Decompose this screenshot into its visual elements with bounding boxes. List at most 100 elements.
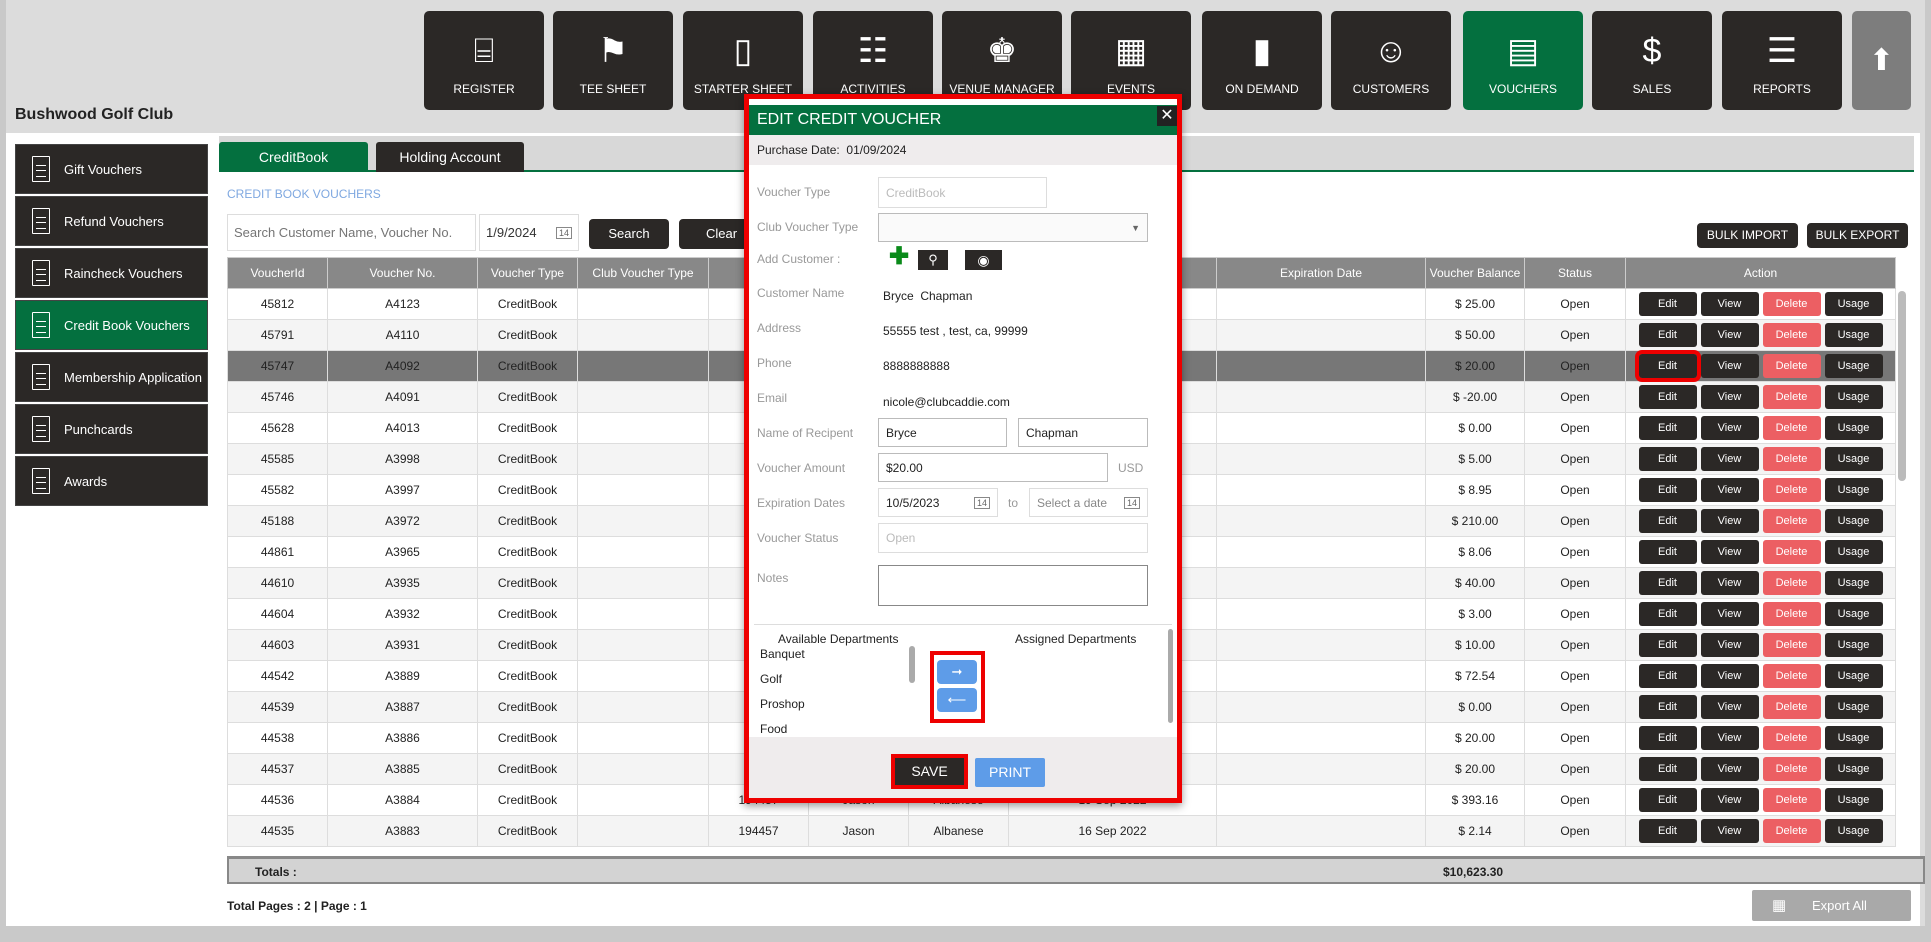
- close-icon[interactable]: ✕: [1157, 106, 1177, 126]
- view-button[interactable]: View: [1700, 788, 1759, 812]
- view-customer-eye-icon[interactable]: ◉: [965, 250, 1002, 270]
- column-header[interactable]: Action: [1625, 257, 1896, 289]
- calendar-icon[interactable]: 14: [1123, 496, 1140, 509]
- edit-button[interactable]: Edit: [1638, 633, 1697, 657]
- edit-button[interactable]: Edit: [1638, 385, 1697, 409]
- department-item[interactable]: Banquet: [760, 647, 805, 661]
- edit-button[interactable]: Edit: [1638, 695, 1697, 719]
- notes-textarea[interactable]: [878, 565, 1148, 606]
- usage-button[interactable]: Usage: [1824, 571, 1883, 595]
- usage-button[interactable]: Usage: [1824, 354, 1883, 378]
- edit-button[interactable]: Edit: [1638, 571, 1697, 595]
- delete-button[interactable]: Delete: [1762, 695, 1821, 719]
- nav-tee-sheet-button[interactable]: ⚑ TEE SHEET: [553, 11, 673, 110]
- sidebar-item-punchcards[interactable]: Punchcards: [15, 404, 208, 454]
- column-header[interactable]: Voucher Balance: [1425, 257, 1525, 289]
- calendar-icon[interactable]: 14: [555, 226, 572, 239]
- sidebar-item-awards[interactable]: Awards: [15, 456, 208, 506]
- delete-button[interactable]: Delete: [1762, 354, 1821, 378]
- nav-reports-button[interactable]: ☰ REPORTS: [1722, 11, 1842, 110]
- edit-button[interactable]: Edit: [1638, 819, 1697, 843]
- save-button[interactable]: SAVE: [891, 754, 968, 789]
- search-input[interactable]: [227, 214, 476, 251]
- usage-button[interactable]: Usage: [1824, 633, 1883, 657]
- edit-button[interactable]: Edit: [1638, 726, 1697, 750]
- usage-button[interactable]: Usage: [1824, 509, 1883, 533]
- usage-button[interactable]: Usage: [1824, 602, 1883, 626]
- view-button[interactable]: View: [1700, 323, 1759, 347]
- view-button[interactable]: View: [1700, 478, 1759, 502]
- scroll-top-button[interactable]: ⬆: [1852, 11, 1911, 110]
- usage-button[interactable]: Usage: [1824, 664, 1883, 688]
- view-button[interactable]: View: [1700, 757, 1759, 781]
- edit-button[interactable]: Edit: [1638, 292, 1697, 316]
- usage-button[interactable]: Usage: [1824, 478, 1883, 502]
- view-button[interactable]: View: [1700, 664, 1759, 688]
- edit-button[interactable]: Edit: [1638, 509, 1697, 533]
- add-customer-plus-icon[interactable]: ✚: [889, 245, 909, 269]
- view-button[interactable]: View: [1700, 416, 1759, 440]
- department-item[interactable]: Golf: [760, 672, 782, 686]
- search-customer-icon[interactable]: ⚲: [918, 250, 948, 270]
- delete-button[interactable]: Delete: [1762, 788, 1821, 812]
- sidebar-item-gift-vouchers[interactable]: Gift Vouchers: [15, 144, 208, 194]
- view-button[interactable]: View: [1700, 571, 1759, 595]
- delete-button[interactable]: Delete: [1762, 292, 1821, 316]
- nav-register-button[interactable]: ⌸ REGISTER: [424, 11, 544, 110]
- club-voucher-type-select[interactable]: ▼: [878, 213, 1148, 242]
- delete-button[interactable]: Delete: [1762, 726, 1821, 750]
- column-header[interactable]: Voucher No.: [327, 257, 478, 289]
- delete-button[interactable]: Delete: [1762, 478, 1821, 502]
- view-button[interactable]: View: [1700, 726, 1759, 750]
- export-all-button[interactable]: ▦ Export All: [1752, 890, 1911, 921]
- print-button[interactable]: PRINT: [975, 758, 1045, 787]
- view-button[interactable]: View: [1700, 602, 1759, 626]
- edit-button[interactable]: Edit: [1638, 478, 1697, 502]
- department-item[interactable]: Food: [760, 722, 787, 736]
- view-button[interactable]: View: [1700, 292, 1759, 316]
- edit-button[interactable]: Edit: [1634, 350, 1701, 382]
- column-header[interactable]: Club Voucher Type: [577, 257, 709, 289]
- table-scrollbar[interactable]: [1898, 288, 1906, 848]
- search-button[interactable]: Search: [589, 219, 669, 249]
- column-header[interactable]: Voucher Type: [477, 257, 578, 289]
- usage-button[interactable]: Usage: [1824, 757, 1883, 781]
- nav-on-demand-button[interactable]: ▮ ON DEMAND: [1202, 11, 1322, 110]
- recipient-last-name-input[interactable]: Chapman: [1018, 418, 1148, 447]
- column-header[interactable]: Expiration Date: [1216, 257, 1426, 289]
- usage-button[interactable]: Usage: [1824, 416, 1883, 440]
- scrollbar-thumb[interactable]: [1898, 291, 1906, 481]
- edit-button[interactable]: Edit: [1638, 757, 1697, 781]
- view-button[interactable]: View: [1700, 509, 1759, 533]
- delete-button[interactable]: Delete: [1762, 571, 1821, 595]
- departments-scrollbar[interactable]: [909, 646, 915, 683]
- department-item[interactable]: Proshop: [760, 697, 805, 711]
- modal-scrollbar[interactable]: [1168, 629, 1173, 723]
- edit-button[interactable]: Edit: [1638, 788, 1697, 812]
- delete-button[interactable]: Delete: [1762, 633, 1821, 657]
- edit-button[interactable]: Edit: [1638, 664, 1697, 688]
- edit-button[interactable]: Edit: [1638, 602, 1697, 626]
- calendar-icon[interactable]: 14: [973, 496, 990, 509]
- column-header[interactable]: VoucherId: [227, 257, 328, 289]
- usage-button[interactable]: Usage: [1824, 726, 1883, 750]
- nav-vouchers-button[interactable]: ▤ VOUCHERS: [1463, 11, 1583, 110]
- delete-button[interactable]: Delete: [1762, 540, 1821, 564]
- voucher-amount-input[interactable]: $20.00: [878, 453, 1108, 482]
- view-button[interactable]: View: [1700, 633, 1759, 657]
- usage-button[interactable]: Usage: [1824, 540, 1883, 564]
- table-row[interactable]: 44535 A3883 CreditBook 194457 Jason Albanese 1…: [227, 815, 1896, 847]
- delete-button[interactable]: Delete: [1762, 385, 1821, 409]
- usage-button[interactable]: Usage: [1824, 447, 1883, 471]
- date-filter-input[interactable]: 1/9/2024 14: [479, 214, 579, 251]
- sidebar-item-raincheck-vouchers[interactable]: Raincheck Vouchers: [15, 248, 208, 298]
- delete-button[interactable]: Delete: [1762, 664, 1821, 688]
- edit-button[interactable]: Edit: [1638, 540, 1697, 564]
- usage-button[interactable]: Usage: [1824, 385, 1883, 409]
- edit-button[interactable]: Edit: [1638, 416, 1697, 440]
- column-header[interactable]: Status: [1524, 257, 1626, 289]
- delete-button[interactable]: Delete: [1762, 819, 1821, 843]
- view-button[interactable]: View: [1700, 540, 1759, 564]
- view-button[interactable]: View: [1700, 354, 1759, 378]
- view-button[interactable]: View: [1700, 819, 1759, 843]
